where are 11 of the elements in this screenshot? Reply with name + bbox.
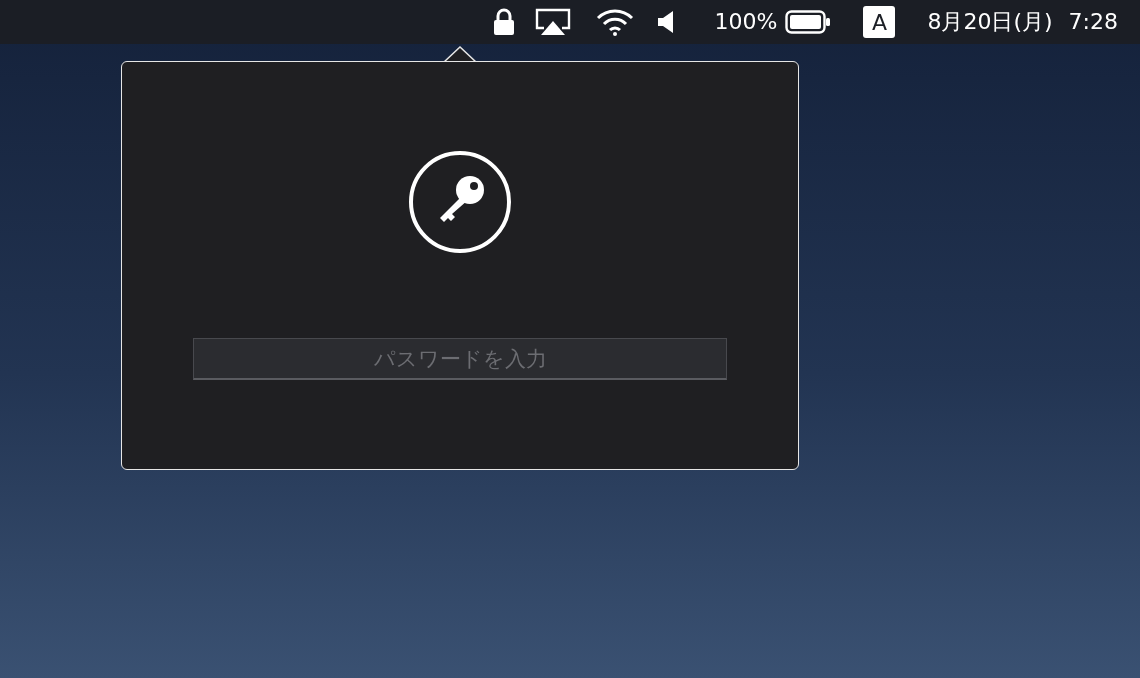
clock-time[interactable]: 7:28 bbox=[1068, 11, 1118, 33]
lock-icon[interactable] bbox=[492, 8, 515, 36]
key-icon bbox=[408, 150, 512, 254]
password-field[interactable]: パスワードを入力 bbox=[193, 338, 727, 380]
airplay-icon[interactable] bbox=[534, 8, 571, 36]
speaker-icon[interactable] bbox=[656, 10, 675, 34]
clock-date[interactable]: 8月20日(月) bbox=[927, 11, 1053, 33]
wifi-icon[interactable] bbox=[594, 8, 635, 36]
battery-icon[interactable] bbox=[785, 10, 832, 34]
input-source-indicator[interactable]: A bbox=[863, 6, 896, 38]
battery-percentage[interactable]: 100% bbox=[714, 11, 778, 33]
